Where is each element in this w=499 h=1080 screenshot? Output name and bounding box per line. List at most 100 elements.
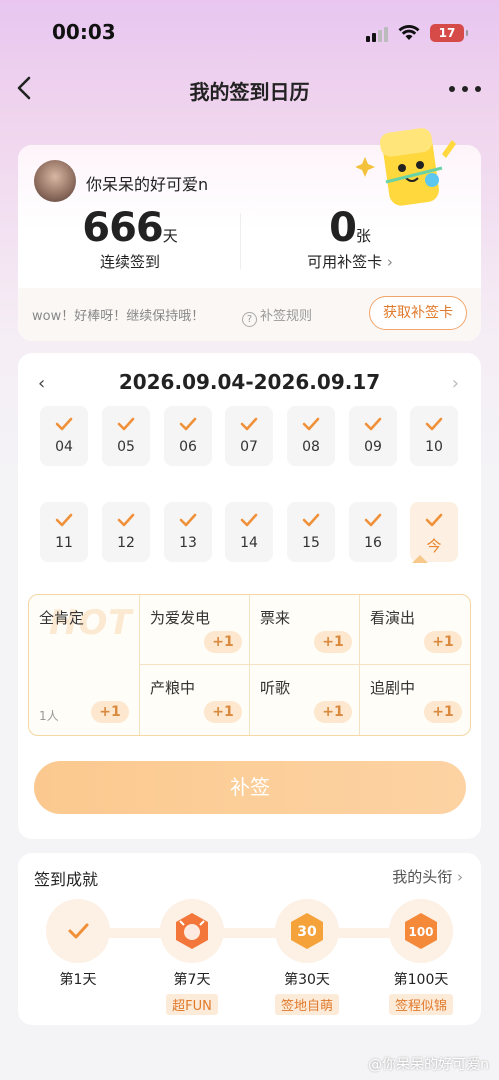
checkmark-icon: [425, 513, 443, 527]
svg-text:30: 30: [297, 924, 317, 940]
calendar-day[interactable]: 14: [225, 502, 273, 562]
day-label: 05: [117, 439, 135, 455]
checkmark-icon: [302, 417, 320, 431]
day-label: 14: [240, 535, 258, 551]
wifi-icon: [398, 25, 420, 40]
rule-label: 补签规则: [260, 309, 313, 324]
mascot-illustration: [356, 128, 456, 206]
calendar-day[interactable]: 12: [102, 502, 150, 562]
day-label: 06: [179, 439, 197, 455]
checkmark-icon: [302, 513, 320, 527]
achievement-day: 第1天: [59, 972, 97, 988]
checkmark-icon: [117, 417, 135, 431]
mood-tag-grid: HOT 全肯定 1人 +1 为爱发电 +1 票来 +1 看演出 +1 产粮中 +…: [28, 594, 471, 736]
checkmark-icon: [55, 513, 73, 527]
more-icon[interactable]: [449, 84, 481, 94]
day-label: 16: [364, 535, 382, 551]
achievements-card: 签到成就 我的头衔 › 第1天 第7天 超FUN 30 第30天 签地自萌 10…: [18, 853, 481, 1025]
plus-one-button[interactable]: +1: [204, 701, 242, 723]
plus-one-button[interactable]: +1: [424, 701, 462, 723]
cards-unit: 张: [355, 227, 371, 245]
calendar-day-today[interactable]: 今: [410, 502, 458, 562]
plus-one-button[interactable]: +1: [424, 631, 462, 653]
calendar-day[interactable]: 06: [164, 406, 212, 466]
tag-item[interactable]: 看演出 +1: [360, 595, 470, 665]
cards-label: 可用补签卡: [307, 253, 383, 271]
battery-indicator: 17: [430, 24, 468, 42]
encourage-text: wow！好棒呀！继续保持哦！: [32, 309, 205, 324]
tag-label: 为爱发电: [150, 609, 211, 627]
checkmark-icon: [240, 513, 258, 527]
30-days-badge-icon: 30: [275, 899, 339, 963]
achievement-day100[interactable]: 100 第100天 签程似锦: [375, 899, 467, 1015]
date-range: 2026.09.04-2026.09.17: [118, 370, 381, 394]
avatar[interactable]: [34, 160, 76, 202]
weibo-watermark: @你呆呆的好可爱n: [368, 1057, 489, 1073]
calendar-day[interactable]: 09: [349, 406, 397, 466]
achievement-title-badge: 签地自萌: [274, 994, 339, 1015]
tag-label: 全肯定: [39, 609, 85, 627]
username: 你呆呆的好可爱n: [86, 175, 209, 194]
tag-label: 听歌: [260, 679, 291, 697]
calendar-day[interactable]: 16: [349, 502, 397, 562]
get-card-button[interactable]: 获取补签卡: [369, 296, 467, 330]
svg-text:100: 100: [408, 925, 433, 939]
calendar-day[interactable]: 08: [287, 406, 335, 466]
next-range-icon[interactable]: ›: [452, 373, 459, 394]
achievement-title-badge: 签程似锦: [388, 994, 453, 1015]
plus-one-button[interactable]: +1: [314, 631, 352, 653]
tag-item[interactable]: 为爱发电 +1: [140, 595, 250, 665]
supplement-sign-button[interactable]: 补签: [34, 761, 466, 814]
achievement-day: 第30天: [284, 972, 330, 988]
tag-primary[interactable]: HOT 全肯定 1人 +1: [29, 595, 140, 735]
tag-item[interactable]: 听歌 +1: [250, 665, 360, 735]
100-days-badge-icon: 100: [389, 899, 453, 963]
progress-track: [78, 928, 424, 938]
achievement-day7[interactable]: 第7天 超FUN: [146, 899, 238, 1015]
checkmark-icon: [425, 417, 443, 431]
calendar-day[interactable]: 10: [410, 406, 458, 466]
tag-item[interactable]: 追剧中 +1: [360, 665, 470, 735]
status-time: 00:03: [52, 20, 116, 44]
achievements-title: 签到成就: [34, 870, 99, 889]
checkmark-icon: [179, 417, 197, 431]
day-label: 10: [425, 439, 443, 455]
achievement-title-badge: 超FUN: [166, 994, 218, 1015]
calendar-day[interactable]: 13: [164, 502, 212, 562]
day-label: 08: [302, 439, 320, 455]
nav-bar: 我的签到日历: [0, 66, 499, 112]
day-label: 07: [240, 439, 258, 455]
streak-value: 666: [82, 205, 163, 251]
streak-unit: 天: [162, 227, 178, 245]
tag-label: 产粮中: [150, 679, 196, 697]
my-titles-label: 我的头衔: [392, 868, 453, 886]
plus-one-button[interactable]: +1: [314, 701, 352, 723]
my-titles-link[interactable]: 我的头衔 ›: [392, 866, 463, 887]
check-badge-icon: [46, 899, 110, 963]
tag-item[interactable]: 票来 +1: [250, 595, 360, 665]
rule-link[interactable]: ? 补签规则: [242, 305, 312, 327]
chevron-right-icon: ›: [452, 868, 463, 886]
calendar-day[interactable]: 04: [40, 406, 88, 466]
plus-one-button[interactable]: +1: [91, 701, 129, 723]
calendar-day[interactable]: 15: [287, 502, 335, 562]
fun-badge-icon: [160, 899, 224, 963]
achievement-day: 第7天: [173, 972, 211, 988]
plus-one-button[interactable]: +1: [204, 631, 242, 653]
day-label: 15: [302, 535, 320, 551]
checkmark-icon: [364, 417, 382, 431]
tag-label: 看演出: [370, 609, 416, 627]
status-bar: 00:03 17: [0, 0, 499, 66]
calendar-day[interactable]: 05: [102, 406, 150, 466]
achievement-day1[interactable]: 第1天: [32, 899, 124, 989]
achievement-day30[interactable]: 30 第30天 签地自萌: [261, 899, 353, 1015]
calendar-day[interactable]: 07: [225, 406, 273, 466]
chevron-right-icon: ›: [382, 253, 393, 271]
signal-icon: [366, 26, 390, 42]
calendar-day[interactable]: 11: [40, 502, 88, 562]
checkmark-icon: [55, 417, 73, 431]
streak-stat: 666天 连续签到: [20, 205, 240, 272]
day-label: 12: [117, 535, 135, 551]
day-label: 今: [426, 537, 442, 555]
tag-item[interactable]: 产粮中 +1: [140, 665, 250, 735]
